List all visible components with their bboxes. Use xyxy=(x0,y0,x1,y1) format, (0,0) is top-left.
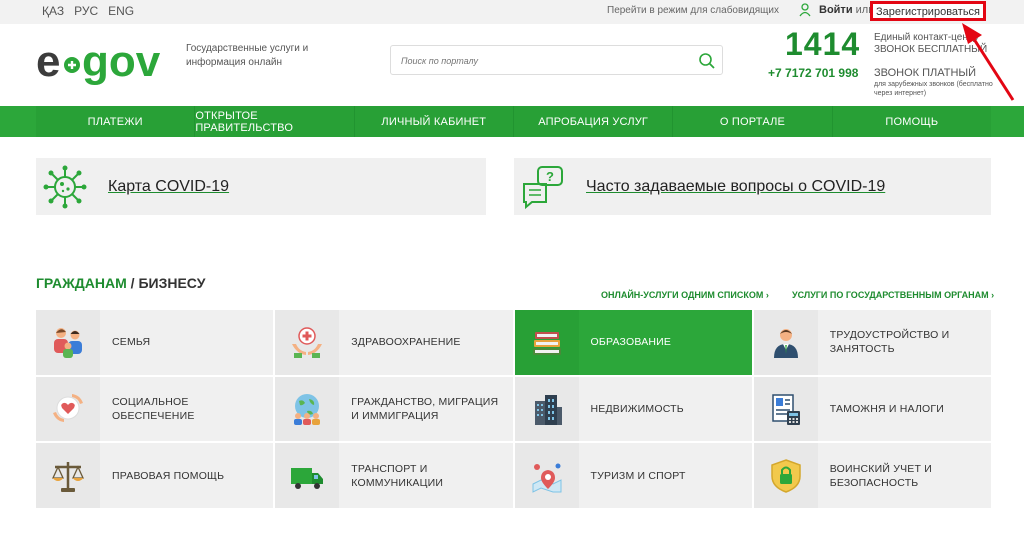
search-input[interactable] xyxy=(401,52,681,70)
main-nav: ПЛАТЕЖИ ОТКРЫТОЕ ПРАВИТЕЛЬСТВО ЛИЧНЫЙ КА… xyxy=(0,106,1024,137)
map-pin-icon xyxy=(532,463,561,493)
tab-business[interactable]: БИЗНЕСУ xyxy=(138,275,205,291)
register-link[interactable]: Зарегистрироваться xyxy=(870,1,987,21)
buildings-icon xyxy=(534,394,562,425)
lang-kaz[interactable]: ҚАЗ xyxy=(42,4,64,18)
globe-people-icon xyxy=(294,393,321,425)
service-label: СЕМЬЯ xyxy=(112,336,151,349)
svg-text:e: e xyxy=(36,37,60,86)
chat-question-icon: ? xyxy=(523,166,563,210)
online-services-list-link[interactable]: ОНЛАЙН-УСЛУГИ ОДНИМ СПИСКОМ › xyxy=(601,290,769,300)
service-label: СОЦИАЛЬНОЕ ОБЕСПЕЧЕНИЕ xyxy=(112,395,195,422)
service-label: ЗДРАВООХРАНЕНИЕ xyxy=(351,336,461,349)
tab-citizens[interactable]: ГРАЖДАНАМ xyxy=(36,275,127,291)
covid-map-link[interactable]: Карта COVID-19 xyxy=(108,178,229,196)
virus-icon xyxy=(43,165,87,209)
family-icon xyxy=(54,328,82,359)
svg-text:?: ? xyxy=(546,169,554,184)
egov-logo[interactable]: e gov xyxy=(36,36,176,86)
slogan: Государственные услуги и информация онла… xyxy=(186,43,309,68)
service-tile-customs[interactable]: ТАМОЖНЯ И НАЛОГИ xyxy=(753,376,991,442)
lang-eng[interactable]: ENG xyxy=(108,4,134,18)
services-grid: СЕМЬЯ ЗДРАВООХРАНЕНИЕ ОБРАЗОВАНИЕ ТРУДОУ… xyxy=(36,310,991,508)
service-tile-social[interactable]: СОЦИАЛЬНОЕ ОБЕСПЕЧЕНИЕ xyxy=(36,376,274,442)
service-label: ГРАЖДАНСТВО, МИГРАЦИЯ И ИММИГРАЦИЯ xyxy=(351,395,499,422)
service-tile-employment[interactable]: ТРУДОУСТРОЙСТВО И ЗАНЯТОСТЬ xyxy=(753,310,991,375)
user-icon xyxy=(799,3,811,17)
truck-icon xyxy=(291,467,324,489)
paid-call-label: ЗВОНОК ПЛАТНЫЙ xyxy=(874,67,977,79)
nav-payments[interactable]: ПЛАТЕЖИ xyxy=(36,106,196,137)
header: e gov Государственные услуги и информаци… xyxy=(0,24,1024,106)
contact-number: 1414 xyxy=(785,26,861,62)
service-label: ОБРАЗОВАНИЕ xyxy=(590,336,672,349)
service-label: ПРАВОВАЯ ПОМОЩЬ xyxy=(112,469,225,482)
service-label: НЕДВИЖИМОСТЬ xyxy=(590,402,684,415)
covid-map-banner[interactable]: Карта COVID-19 xyxy=(36,158,486,215)
service-label: ТРАНСПОРТ И КОММУНИКАЦИИ xyxy=(351,462,444,489)
lang-rus[interactable]: РУС xyxy=(74,4,98,18)
search-box xyxy=(390,45,723,75)
nav-open-government[interactable]: ОТКРЫТОЕ ПРАВИТЕЛЬСТВО xyxy=(195,106,355,137)
service-tile-realty[interactable]: НЕДВИЖИМОСТЬ xyxy=(514,376,752,442)
covid-faq-banner[interactable]: ? Часто задаваемые вопросы о COVID-19 xyxy=(514,158,991,215)
low-vision-link[interactable]: Перейти в режим для слабовидящих xyxy=(607,5,779,16)
language-switcher: ҚАЗ РУС ENG xyxy=(42,4,134,18)
service-tile-tourism[interactable]: ТУРИЗМ И СПОРТ xyxy=(514,443,752,508)
service-tile-legal[interactable]: ПРАВОВАЯ ПОМОЩЬ xyxy=(36,443,274,508)
service-tile-family[interactable]: СЕМЬЯ xyxy=(36,310,274,375)
services-by-agencies-link[interactable]: УСЛУГИ ПО ГОСУДАРСТВЕННЫМ ОРГАНАМ › xyxy=(792,290,994,300)
nav-about-portal[interactable]: О ПОРТАЛЕ xyxy=(673,106,833,137)
service-tile-healthcare[interactable]: ЗДРАВООХРАНЕНИЕ xyxy=(275,310,513,375)
service-label: ТАМОЖНЯ И НАЛОГИ xyxy=(829,402,945,415)
service-tile-education[interactable]: ОБРАЗОВАНИЕ xyxy=(514,310,752,375)
scales-icon xyxy=(51,461,85,492)
search-icon[interactable] xyxy=(698,52,716,70)
nav-help[interactable]: ПОМОЩЬ xyxy=(832,106,991,137)
service-label: ТРУДОУСТРОЙСТВО И ЗАНЯТОСТЬ xyxy=(829,329,950,356)
section-title: ГРАЖДАНАМ / БИЗНЕСУ xyxy=(36,275,205,291)
nav-personal-account[interactable]: ЛИЧНЫЙ КАБИНЕТ xyxy=(354,106,514,137)
title-separator: / xyxy=(130,275,135,291)
books-icon xyxy=(532,332,561,356)
nav-service-testing[interactable]: АПРОБАЦИЯ УСЛУГ xyxy=(513,106,674,137)
contact-label: Единый контакт-центр ЗВОНОК БЕСПЛАТНЫЙ xyxy=(874,32,988,55)
social-care-icon xyxy=(53,393,83,422)
shield-lock-icon xyxy=(771,458,801,493)
phone-number: +7 7172 701 998 xyxy=(768,66,859,80)
login-link[interactable]: Войти xyxy=(819,4,853,16)
service-tile-transport[interactable]: ТРАНСПОРТ И КОММУНИКАЦИИ xyxy=(275,443,513,508)
svg-text:gov: gov xyxy=(82,37,161,86)
healthcare-icon xyxy=(292,327,323,359)
login-area: Войти или xyxy=(819,4,874,16)
service-tile-military[interactable]: ВОИНСКИЙ УЧЕТ И БЕЗОПАСНОСТЬ xyxy=(753,443,991,508)
service-label: ТУРИЗМ И СПОРТ xyxy=(590,469,686,482)
foreign-call-note: для зарубежных звонков (бесплатно через … xyxy=(874,81,993,97)
service-tile-citizenship[interactable]: ГРАЖДАНСТВО, МИГРАЦИЯ И ИММИГРАЦИЯ xyxy=(275,376,513,442)
covid-faq-link[interactable]: Часто задаваемые вопросы о COVID-19 xyxy=(586,178,885,196)
worker-icon xyxy=(773,329,798,359)
service-label: ВОИНСКИЙ УЧЕТ И БЕЗОПАСНОСТЬ xyxy=(829,462,932,489)
top-bar: ҚАЗ РУС ENG Перейти в режим для слабовид… xyxy=(0,0,1024,24)
customs-icon xyxy=(772,394,800,425)
